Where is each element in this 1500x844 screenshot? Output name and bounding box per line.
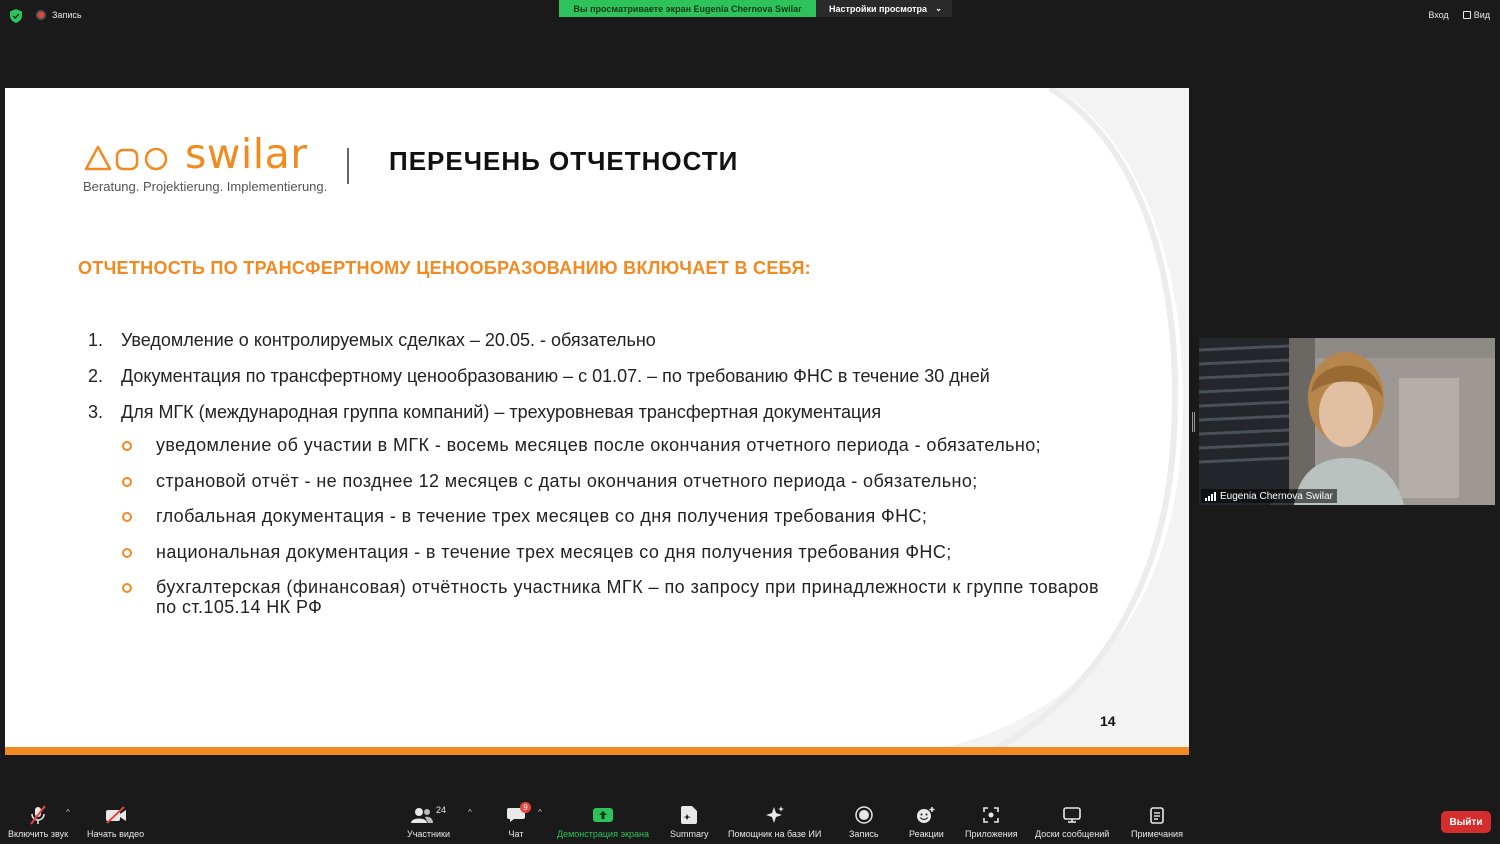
circle-bullet-icon [122,547,132,558]
circle-bullet-icon [122,441,132,451]
view-grid-icon [1462,11,1471,19]
logo-wordmark: swilar [185,130,308,178]
sub-list-item: страновой отчёт - не позднее 12 месяцев … [119,471,1099,507]
mic-muted-icon [29,804,47,826]
security-shield-icon[interactable] [10,9,22,23]
view-label: Вид [1473,10,1490,20]
meeting-toolbar: Включить звук ^ Начать видео 24 Участник… [0,800,1500,844]
logo-tagline: Beratung. Projektierung. Implementierung… [83,179,328,194]
sub-bullet-list: уведомление об участии в МГК - восемь ме… [119,435,1099,617]
circle-bullet-icon [122,583,132,594]
sub-list-text: глобальная документация - в течение трех… [156,506,928,527]
swilar-logo: swilar Beratung. Projektierung. Implemen… [83,132,333,194]
participant-name: Eugenia Chernova Swilar [1220,490,1333,502]
reactions-button[interactable]: Реакции [909,804,944,839]
share-screen-icon [592,804,613,826]
unmute-label: Включить звук [8,829,69,839]
summary-label: Summary [670,829,709,839]
share-screen-button[interactable]: Демонстрация экрана [557,804,649,839]
boards-button[interactable]: Доски сообщений [1035,804,1109,839]
chat-options-caret-icon[interactable]: ^ [538,808,542,817]
participants-count: 24 [435,805,446,815]
list-text: Документация по трансфертному ценообразо… [121,366,990,386]
view-button[interactable]: Вид [1462,10,1490,20]
circle-bullet-icon [122,476,132,487]
recording-indicator[interactable]: Запись [36,10,82,20]
chat-label: Чат [508,829,524,839]
leave-meeting-button[interactable]: Выйти [1441,811,1491,833]
logo-shapes-icon [84,145,168,171]
chat-unread-badge: 9 [520,802,531,813]
apps-icon [983,804,1000,826]
summary-document-icon [681,804,698,826]
list-number: 3. [88,402,104,422]
record-button[interactable]: Запись [849,804,879,839]
sub-list-text: бухгалтерская (финансовая) отчётность уч… [156,577,1099,618]
reactions-emoji-icon [916,804,936,826]
record-icon [855,804,873,826]
notes-icon [1150,804,1164,826]
summary-button[interactable]: Summary [670,804,709,839]
participants-options-caret-icon[interactable]: ^ [468,808,472,817]
sub-list-item: национальная документация - в течение тр… [119,542,1099,578]
participant-video-tile[interactable]: Eugenia Chernova Swilar [1199,338,1495,505]
ai-assistant-button[interactable]: Помощник на базе ИИ [728,804,821,839]
list-item: 3. Для МГК (международная группа компани… [83,400,990,436]
list-number: 2. [88,366,104,386]
list-item: 1. Уведомление о контролируемых сделках … [83,328,990,364]
start-video-label: Начать видео [87,829,145,839]
participants-icon: 24 [410,804,446,826]
chat-icon: 9 [507,802,531,826]
top-bar: Запись Вы просматриваете экран Eugenia C… [0,0,1500,32]
notes-button[interactable]: Примечания [1131,804,1183,839]
signin-button[interactable]: Вход [1428,10,1448,20]
apps-label: Приложения [965,829,1018,839]
participant-name-tag: Eugenia Chernova Swilar [1201,489,1337,503]
screen-share-banner: Вы просматриваете экран Eugenia Chernova… [559,0,816,17]
participant-video-frame [1199,338,1495,505]
list-number: 1. [88,330,104,350]
sub-list-item: бухгалтерская (финансовая) отчётность уч… [119,577,1099,617]
apps-button[interactable]: Приложения [965,804,1018,839]
share-screen-label: Демонстрация экрана [557,829,649,839]
chat-button[interactable]: 9 Чат [507,802,531,839]
sub-list-text: национальная документация - в течение тр… [156,541,952,562]
sub-list-item: глобальная документация - в течение трех… [119,506,1099,542]
chevron-down-icon: ⌄ [935,4,942,13]
shared-slide: swilar Beratung. Projektierung. Implemen… [5,88,1189,755]
slide-footer-band [5,747,1189,755]
ai-assistant-label: Помощник на базе ИИ [728,829,822,839]
view-settings-label: Настройки просмотра [829,3,928,14]
participants-label: Участники [407,829,450,839]
boards-label: Доски сообщений [1035,829,1110,839]
sub-list-item: уведомление об участии в МГК - восемь ме… [119,435,1099,471]
panel-resize-handle[interactable] [1192,412,1195,432]
recording-label: Запись [52,10,82,20]
list-text: Для МГК (международная группа компаний) … [121,402,882,422]
signal-strength-icon [1205,491,1216,501]
list-text: Уведомление о контролируемых сделках – 2… [121,330,656,350]
audio-options-caret-icon[interactable]: ^ [66,808,70,817]
participants-button[interactable]: 24 Участники [407,804,450,839]
sub-list-text: уведомление об участии в МГК - восемь ме… [156,435,1042,455]
title-divider [347,148,349,184]
slide-page-number: 14 [1100,713,1116,729]
sub-list-text: страновой отчёт - не позднее 12 месяцев … [156,470,978,491]
video-off-icon [105,804,127,826]
signin-label: Вход [1428,10,1449,20]
record-label: Запись [849,829,879,839]
slide-title: ПЕРЕЧЕНЬ ОТЧЕТНОСТИ [389,146,739,176]
record-dot-icon [36,10,46,20]
numbered-list: 1. Уведомление о контролируемых сделках … [83,328,990,436]
section-heading: ОТЧЕТНОСТЬ ПО ТРАНСФЕРТНОМУ ЦЕНООБРАЗОВА… [78,258,811,278]
reactions-label: Реакции [909,829,944,839]
unmute-button[interactable]: Включить звук [8,804,68,839]
list-item: 2. Документация по трансфертному ценообр… [83,364,990,400]
whiteboard-icon [1063,804,1081,826]
notes-label: Примечания [1131,829,1183,839]
view-settings-dropdown[interactable]: Настройки просмотра ⌄ [816,0,952,17]
start-video-button[interactable]: Начать видео [87,804,144,839]
circle-bullet-icon [122,512,132,523]
ai-sparkle-icon [765,804,785,826]
